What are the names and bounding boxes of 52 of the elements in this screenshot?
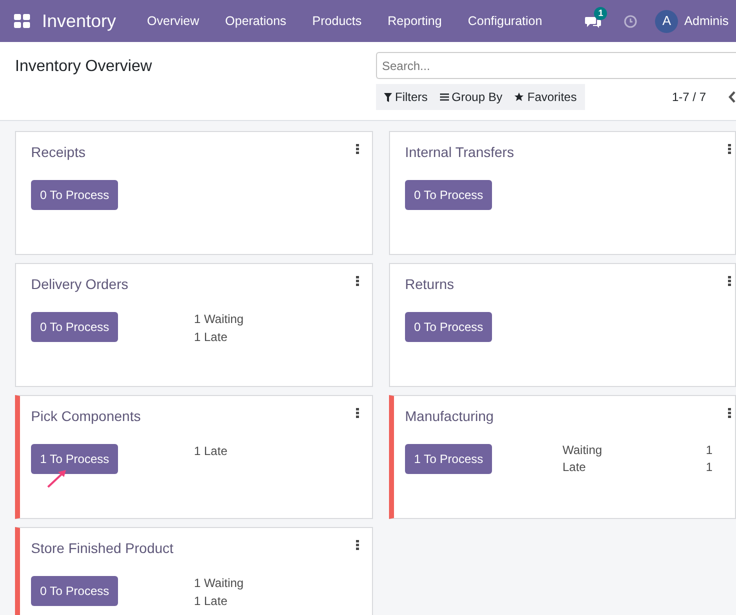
menu-item[interactable]: Operations [212,12,300,30]
card-title[interactable]: Internal Transfers [405,142,720,163]
page-title: Inventory Overview [15,57,153,77]
pager-value[interactable]: 1-7 / 7 [672,88,706,106]
more-options-icon[interactable] [356,408,359,418]
process-button[interactable]: 0 To Process [31,312,118,342]
process-button[interactable]: 1 To Process [405,444,492,474]
app-title[interactable]: Inventory [42,8,116,34]
menu-item[interactable]: Reporting [374,12,455,30]
more-options-icon[interactable] [356,540,359,550]
stat-value: 1 [706,442,712,459]
process-button[interactable]: 0 To Process [31,576,118,606]
process-button[interactable]: 0 To Process [405,180,492,210]
card-title[interactable]: Manufacturing [405,406,720,427]
menu-item[interactable]: Configuration [454,12,556,30]
stat-link[interactable]: 1 Late [194,328,357,346]
clock-icon[interactable] [624,14,638,28]
filter-toggle[interactable]: Filters [378,88,434,106]
stat-label[interactable]: Late [562,459,586,476]
card-title[interactable]: Returns [405,274,720,295]
menu-item[interactable]: Overview [134,12,212,30]
message-count: 1 [594,7,608,20]
more-options-icon[interactable] [728,144,731,154]
card-title[interactable]: Pick Components [31,406,357,427]
more-options-icon[interactable] [356,276,359,286]
process-button[interactable]: 0 To Process [405,312,492,342]
search-field[interactable]: Search... [376,52,736,79]
stat-link[interactable]: 1 Late [194,592,357,610]
card-title[interactable]: Delivery Orders [31,274,357,295]
star-icon [514,92,524,102]
stat-link[interactable]: 1 Waiting [194,310,357,328]
process-button[interactable]: 1 To Process [31,444,118,474]
more-options-icon[interactable] [728,408,731,418]
stat-value: 1 [706,459,712,476]
process-button[interactable]: 0 To Process [31,180,118,210]
filter-toggle[interactable]: Favorites [508,88,583,106]
stat-link[interactable]: 1 Late [194,442,357,460]
card-title[interactable]: Receipts [31,142,357,163]
list-icon [440,93,449,101]
stat-label[interactable]: Waiting [562,442,602,459]
card-title[interactable]: Store Finished Product [31,538,357,559]
user-avatar[interactable]: A [655,10,678,32]
more-options-icon[interactable] [728,276,731,286]
filter-toggle[interactable]: Group By [434,88,508,106]
previous-icon[interactable] [728,91,736,103]
user-name[interactable]: Adminis [684,12,729,30]
chat-icon[interactable] [585,16,602,29]
apps-icon[interactable] [14,14,30,28]
menu-item[interactable]: Products [299,12,375,30]
more-options-icon[interactable] [356,144,359,154]
filter-icon [384,92,392,102]
stat-link[interactable]: 1 Waiting [194,574,357,592]
